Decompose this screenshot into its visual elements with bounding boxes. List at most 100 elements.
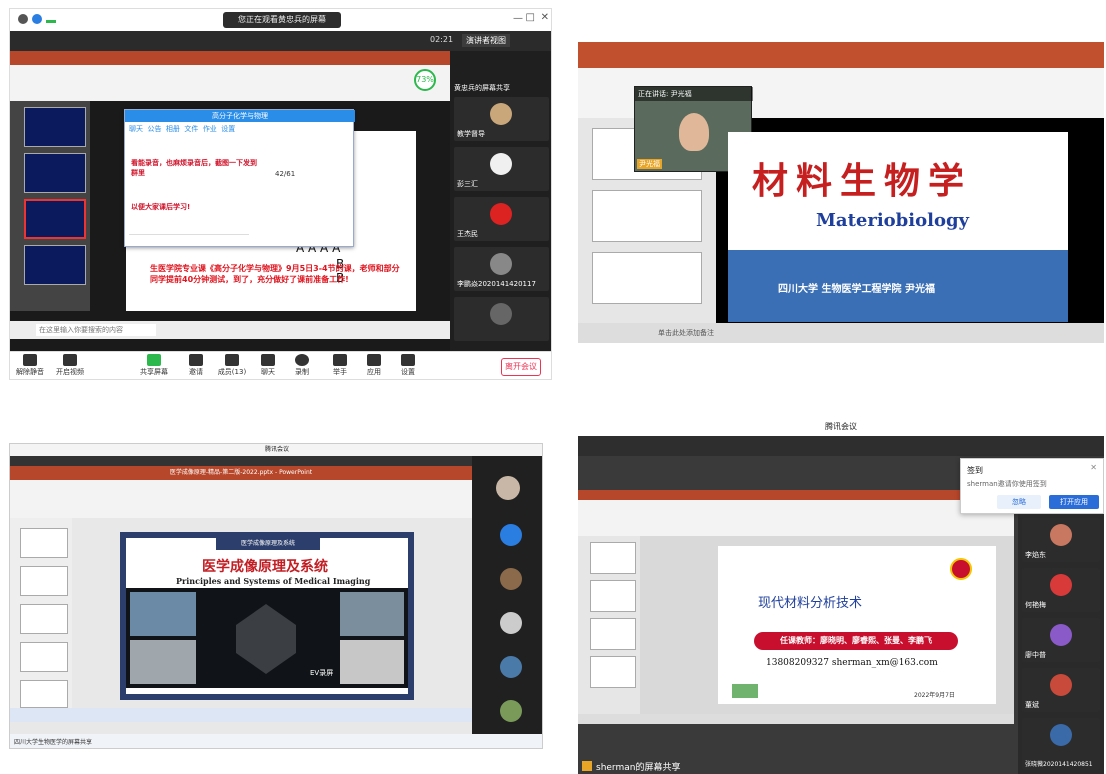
avatar <box>1050 674 1072 696</box>
ppt-ribbon <box>578 500 1014 536</box>
chat-tab[interactable]: 聊天 <box>129 125 143 133</box>
chat-tab[interactable]: 设置 <box>221 125 235 133</box>
avatar <box>490 253 512 275</box>
sub-toolbar: 02:21 演讲者视图 <box>10 31 551 51</box>
maximize-icon[interactable]: □ <box>526 12 535 23</box>
participant-tile[interactable]: 彭三汇 <box>454 147 549 191</box>
leave-meeting-button[interactable]: 离开会议 <box>501 358 541 376</box>
video-button[interactable]: 开启视频 <box>54 354 86 377</box>
participant-tile[interactable]: 廖中普 <box>1022 618 1100 662</box>
users-icon <box>225 354 239 366</box>
participant-tile[interactable]: 王杰民 <box>454 197 549 241</box>
slide-thumb[interactable] <box>20 642 68 672</box>
members-button[interactable]: 成员(13) <box>216 354 248 377</box>
ignore-button[interactable]: 忽略 <box>997 495 1041 509</box>
chat-button[interactable]: 聊天 <box>252 354 284 377</box>
open-app-button[interactable]: 打开应用 <box>1049 495 1099 509</box>
notes-hint[interactable]: 单击此处添加备注 <box>658 328 714 338</box>
raise-hand-button[interactable]: 举手 <box>324 354 356 377</box>
meeting-window-2: 正在讲话: 尹光福 尹光福 材料生物学 Materiobiology 四川大学 … <box>578 42 1104 343</box>
slide-title-cn: 材料生物学 <box>752 160 973 202</box>
close-icon[interactable]: ✕ <box>541 12 549 23</box>
slide-thumb-active[interactable] <box>24 199 86 239</box>
close-icon[interactable]: ✕ <box>1090 463 1097 472</box>
slide-images: EV录屏 <box>126 588 408 688</box>
share-banner: 您正在观看黄忠兵的屏幕 <box>223 12 341 28</box>
title-bar: 腾讯会议 <box>578 418 1104 436</box>
chat-tab[interactable]: 文件 <box>184 125 198 133</box>
participant-tile[interactable] <box>454 297 549 341</box>
participant-tile[interactable]: 何艳梅 <box>1022 568 1100 612</box>
slide-thumb[interactable] <box>20 680 68 708</box>
ppt-ribbon <box>10 480 472 518</box>
avatar <box>496 476 520 500</box>
slide-thumb[interactable] <box>592 190 702 242</box>
apps-button[interactable]: 应用 <box>358 354 390 377</box>
participant-tile[interactable]: 教学督导 <box>454 97 549 141</box>
participant-panel: 黄忠兵的屏幕共享 教学督导 彭三汇 王杰民 李鹏焱2020141420117 <box>450 51 551 351</box>
slide-thumbnails <box>10 518 72 708</box>
mute-button[interactable]: 解除静音 <box>14 354 46 377</box>
chat-input[interactable] <box>129 234 249 244</box>
chat-tab[interactable]: 相册 <box>166 125 180 133</box>
slide-thumb[interactable] <box>24 107 86 147</box>
ppt-titlebar <box>10 51 450 65</box>
slide-thumb[interactable] <box>590 542 636 574</box>
avatar <box>490 153 512 175</box>
signin-title: 签到 <box>967 466 983 475</box>
status-bar <box>578 714 1014 724</box>
slide-thumb[interactable] <box>20 566 68 596</box>
image-scanner <box>130 640 196 684</box>
participant-tile[interactable]: 张晓薇2020141420851 <box>1022 718 1100 770</box>
heart-image <box>236 604 296 674</box>
minimize-icon[interactable]: — <box>513 13 523 24</box>
slide-thumb[interactable] <box>590 618 636 650</box>
ppt-titlebar <box>578 490 1014 500</box>
avatar <box>500 700 522 722</box>
taskbar-search[interactable]: 在这里输入你要搜索的内容 <box>36 324 156 336</box>
invite-label: 邀请 <box>189 368 203 376</box>
logo-icon <box>732 684 758 698</box>
notes-bar: 单击此处添加备注 <box>578 323 1104 343</box>
participant-name: 彭三汇 <box>457 180 478 188</box>
chat-icon <box>261 354 275 366</box>
invite-button[interactable]: 邀请 <box>180 354 212 377</box>
slide-thumb[interactable] <box>24 245 86 285</box>
add-user-icon <box>189 354 203 366</box>
record-button[interactable]: 录制 <box>286 354 318 377</box>
slide-thumb[interactable] <box>20 604 68 634</box>
record-icon <box>295 354 309 366</box>
meeting-window-4: 腾讯会议 现代材料分析技术 任课教师：廖晓明、廖睿熙、张曼、李鹏飞 138082… <box>578 418 1104 774</box>
participant-name: 董斌 <box>1025 701 1039 709</box>
taskbar <box>10 708 472 722</box>
participant-tile[interactable]: 董斌 <box>1022 668 1100 712</box>
slide-thumb[interactable] <box>20 528 68 558</box>
avatar <box>1050 724 1072 746</box>
meeting-controls: 解除静音 开启视频 共享屏幕 邀请 成员(13) 聊天 录制 举手 应用 设置 … <box>10 351 551 379</box>
participant-tile[interactable]: 李焰东 <box>1022 518 1100 562</box>
top-strip <box>10 456 472 466</box>
share-screen-button[interactable]: 共享屏幕 <box>138 354 170 377</box>
participant-panel: 李焰东 何艳梅 廖中普 董斌 张晓薇2020141420851 <box>1018 514 1104 774</box>
current-slide: 材料生物学 Materiobiology 四川大学 生物医学工程学院 尹光福 <box>728 132 1068 322</box>
slide-thumb[interactable] <box>590 580 636 612</box>
participant-name: 李焰东 <box>1025 551 1046 559</box>
video-label: 开启视频 <box>56 368 84 376</box>
participant-name: 李鹏焱2020141420117 <box>457 280 536 288</box>
current-slide: 医学成像原理及系统 医学成像原理及系统 Principles and Syste… <box>120 532 414 700</box>
slide-thumb[interactable] <box>590 656 636 688</box>
ppt-title: 医学成像原理-精品-第二版-2022.pptx - PowerPoint <box>10 466 472 480</box>
avatar <box>1050 574 1072 596</box>
participant-tile[interactable]: 李鹏焱2020141420117 <box>454 247 549 291</box>
settings-button[interactable]: 设置 <box>392 354 424 377</box>
chat-message: 看能录音，也麻烦录音后，截图一下发到群里 <box>131 159 257 177</box>
participant-name: 张晓薇2020141420851 <box>1025 761 1093 768</box>
chat-tab[interactable]: 作业 <box>203 125 217 133</box>
chat-tab[interactable]: 公告 <box>147 125 161 133</box>
avatar <box>500 656 522 678</box>
view-mode-select[interactable]: 演讲者视图 <box>462 34 510 47</box>
slide-thumb[interactable] <box>24 153 86 193</box>
slide-thumb[interactable] <box>592 252 702 304</box>
sharer-label: 黄忠兵的屏幕共享 <box>454 84 510 92</box>
avatar <box>500 568 522 590</box>
